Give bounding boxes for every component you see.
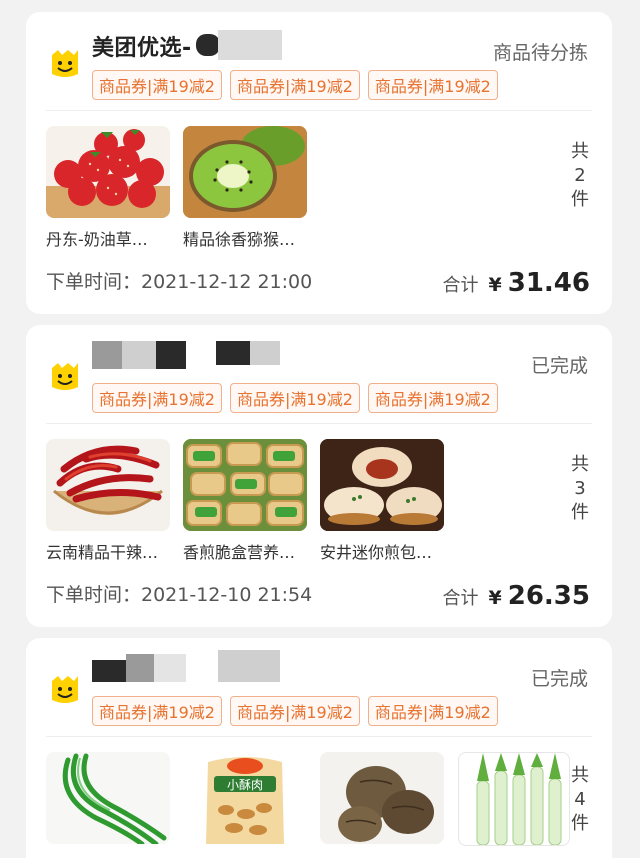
pancake-image[interactable] bbox=[183, 439, 307, 531]
product-name: 丹东-奶油草… bbox=[46, 230, 148, 249]
currency-symbol: ¥ bbox=[488, 587, 502, 609]
chili-image[interactable] bbox=[46, 439, 170, 531]
redacted-block bbox=[216, 341, 250, 365]
order-status: 商品待分拣 bbox=[492, 42, 588, 64]
coupon-tags: 商品券|满19减2 商品券|满19减2 商品券|满19减2 bbox=[92, 696, 498, 726]
coupon-tag: 商品券|满19减2 bbox=[367, 696, 498, 726]
product-name: 安井迷你煎包… bbox=[320, 543, 433, 562]
kiwi-image[interactable] bbox=[183, 126, 307, 218]
order-status: 已完成 bbox=[530, 355, 588, 377]
product-name: 云南精品干辣… bbox=[46, 543, 159, 562]
bun-image[interactable] bbox=[320, 439, 444, 531]
coupon-tag: 商品券|满19减2 bbox=[92, 696, 222, 726]
order-status: 已完成 bbox=[530, 668, 588, 690]
total-label: 合计 bbox=[442, 275, 479, 296]
coupon-tag: 商品券|满19减2 bbox=[92, 70, 222, 100]
divider bbox=[46, 736, 592, 737]
total-amount: 26.35 bbox=[507, 581, 590, 611]
redacted-block bbox=[196, 34, 220, 56]
product-name: 香煎脆盒营养… bbox=[183, 543, 296, 562]
strawberry-image[interactable] bbox=[46, 126, 170, 218]
redacted-block bbox=[92, 660, 126, 682]
total-amount: 31.46 bbox=[507, 268, 590, 298]
divider bbox=[46, 110, 592, 111]
order-time: 下单时间：2021-12-12 21:00 bbox=[46, 271, 313, 293]
divider bbox=[46, 423, 592, 424]
redacted-block bbox=[154, 654, 186, 682]
item-count: 共 4 件 bbox=[571, 765, 589, 834]
taro-image[interactable] bbox=[320, 752, 444, 844]
redacted-block bbox=[218, 650, 280, 682]
item-count: 共 2 件 bbox=[571, 141, 589, 210]
coupon-tags: 商品券|满19减2 商品券|满19减2 商品券|满19减2 bbox=[92, 70, 498, 100]
svg-text:小酥肉: 小酥肉 bbox=[227, 778, 263, 792]
meituan-logo-icon bbox=[48, 672, 82, 706]
coupon-tags: 商品券|满19减2 商品券|满19减2 商品券|满19减2 bbox=[92, 383, 498, 413]
order-card-2[interactable]: 已完成 商品券|满19减2 商品券|满19减2 商品券|满19减2 云南精品干辣… bbox=[26, 325, 612, 627]
coupon-tag: 商品券|满19减2 bbox=[229, 70, 360, 100]
redacted-block bbox=[92, 341, 122, 369]
meituan-logo-icon bbox=[48, 359, 82, 393]
coupon-tag: 商品券|满19减2 bbox=[92, 383, 222, 413]
snack-bag-image[interactable]: 小酥肉 bbox=[200, 752, 290, 844]
redacted-block bbox=[218, 30, 282, 60]
redacted-block bbox=[122, 341, 156, 369]
product-name: 精品徐香猕猴… bbox=[183, 230, 296, 249]
store-name: 美团优选- bbox=[92, 36, 192, 61]
item-count: 共 3 件 bbox=[571, 454, 589, 523]
order-card-1[interactable]: 美团优选- 商品待分拣 商品券|满19减2 商品券|满19减2 商品券|满19减… bbox=[26, 12, 612, 314]
leek-image[interactable] bbox=[458, 752, 570, 846]
redacted-block bbox=[156, 341, 186, 369]
meituan-logo-icon bbox=[48, 46, 82, 80]
scallion-image[interactable] bbox=[46, 752, 170, 844]
order-time: 下单时间：2021-12-10 21:54 bbox=[46, 584, 313, 606]
coupon-tag: 商品券|满19减2 bbox=[229, 696, 360, 726]
redacted-block bbox=[250, 341, 280, 365]
order-total: 合计 ¥31.46 bbox=[443, 268, 590, 298]
currency-symbol: ¥ bbox=[488, 274, 502, 296]
coupon-tag: 商品券|满19减2 bbox=[229, 383, 360, 413]
order-card-3[interactable]: 已完成 商品券|满19减2 商品券|满19减2 商品券|满19减2 小酥肉 共 … bbox=[26, 638, 612, 858]
coupon-tag: 商品券|满19减2 bbox=[367, 70, 498, 100]
coupon-tag: 商品券|满19减2 bbox=[367, 383, 498, 413]
redacted-block bbox=[126, 654, 154, 682]
order-total: 合计 ¥26.35 bbox=[443, 581, 590, 611]
total-label: 合计 bbox=[442, 588, 479, 609]
